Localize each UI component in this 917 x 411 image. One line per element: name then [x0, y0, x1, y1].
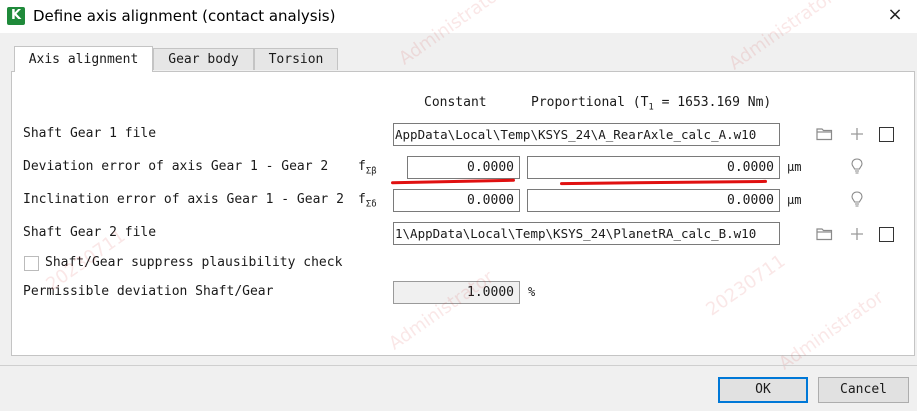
window-title: Define axis alignment (contact analysis) [33, 7, 336, 25]
suppress-plausibility-label: Shaft/Gear suppress plausibility check [45, 255, 343, 270]
deviation-proportional-input[interactable]: 0.0000 [527, 156, 780, 179]
lightbulb-icon[interactable] [851, 158, 863, 175]
column-header-proportional: Proportional (T1 = 1653.169 Nm) [531, 95, 772, 113]
inclination-proportional-input[interactable]: 0.0000 [527, 189, 780, 212]
folder-icon[interactable] [816, 127, 833, 141]
shaft-gear1-file-field[interactable]: AppData\Local\Temp\KSYS_24\A_RearAxle_ca… [393, 123, 780, 146]
deviation-error-label: Deviation error of axis Gear 1 - Gear 2 [23, 159, 329, 174]
ok-button[interactable]: OK [718, 377, 808, 403]
shaft-gear1-label: Shaft Gear 1 file [23, 126, 157, 141]
app-logo-icon: K [7, 7, 25, 25]
plus-icon[interactable] [851, 128, 863, 140]
inclination-error-label: Inclination error of axis Gear 1 - Gear … [23, 192, 344, 207]
permissible-deviation-unit: % [528, 285, 536, 299]
shaft-gear1-checkbox[interactable] [879, 127, 894, 142]
deviation-symbol: fΣβ [358, 159, 377, 177]
inclination-constant-input[interactable]: 0.0000 [393, 189, 520, 212]
suppress-plausibility-checkbox[interactable] [24, 256, 39, 271]
inclination-unit: μm [787, 193, 802, 207]
close-button[interactable]: × [884, 4, 906, 26]
cancel-button[interactable]: Cancel [818, 377, 909, 403]
axis-alignment-panel [11, 71, 915, 356]
shaft-gear2-label: Shaft Gear 2 file [23, 225, 157, 240]
tab-gear-body[interactable]: Gear body [153, 48, 254, 70]
plus-icon[interactable] [851, 228, 863, 240]
deviation-constant-input[interactable]: 0.0000 [407, 156, 520, 179]
tab-axis-alignment[interactable]: Axis alignment [14, 46, 153, 72]
shaft-gear2-checkbox[interactable] [879, 227, 894, 242]
tab-torsion[interactable]: Torsion [254, 48, 338, 70]
footer-separator [0, 365, 917, 366]
permissible-deviation-label: Permissible deviation Shaft/Gear [23, 284, 274, 299]
inclination-symbol: fΣδ [358, 192, 377, 210]
permissible-deviation-field: 1.0000 [393, 281, 520, 304]
lightbulb-icon[interactable] [851, 191, 863, 208]
title-bar: K Define axis alignment (contact analysi… [0, 0, 917, 33]
shaft-gear2-file-field[interactable]: 1\AppData\Local\Temp\KSYS_24\PlanetRA_ca… [393, 222, 780, 245]
column-header-constant: Constant [424, 95, 487, 110]
folder-icon[interactable] [816, 227, 833, 241]
deviation-unit: μm [787, 160, 802, 174]
